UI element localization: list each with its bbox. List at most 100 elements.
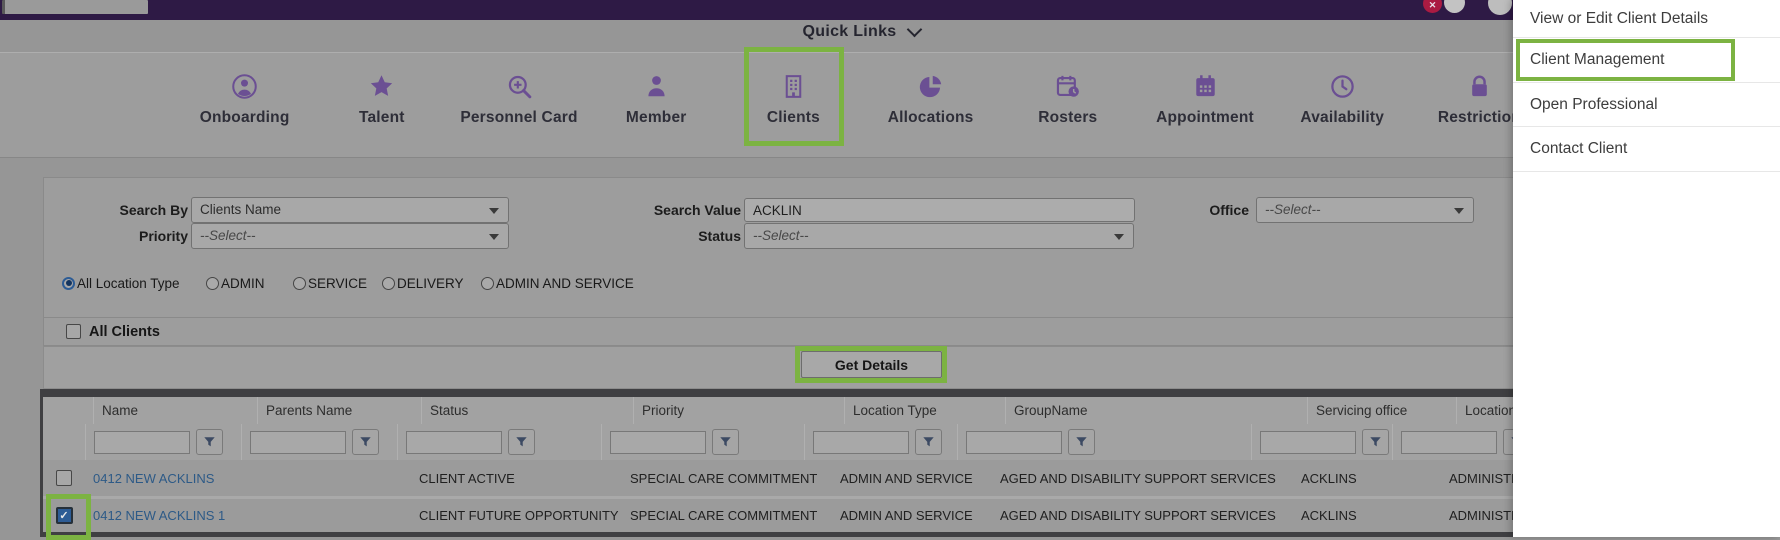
all-clients-label: All Clients — [89, 324, 160, 340]
nav-label: Availability — [1300, 109, 1384, 127]
location-type-cell: ADMIN AND SERVICE — [832, 508, 992, 523]
row-checkbox-checked[interactable]: ✓ — [56, 507, 73, 524]
menu-item-view-or-edit-client-details[interactable]: View or Edit Client Details — [1513, 0, 1780, 38]
parents-name-filter-input[interactable] — [250, 431, 346, 454]
nav-label: Member — [626, 109, 687, 127]
person-circle-icon — [231, 73, 258, 100]
radio-admin[interactable]: ADMIN — [206, 272, 265, 294]
header-cell[interactable]: Servicing office — [1308, 397, 1457, 424]
radio-admin-and-service[interactable]: ADMIN AND SERVICE — [481, 272, 634, 294]
name-filter-input[interactable] — [94, 431, 190, 454]
menu-item-contact-client[interactable]: Contact Client — [1513, 127, 1780, 172]
header-cell-checkbox — [43, 397, 94, 424]
radio-label: ADMIN AND SERVICE — [496, 276, 634, 291]
servicing-office-filter-input[interactable] — [1260, 431, 1356, 454]
nav-item-rosters[interactable]: Rosters — [999, 52, 1136, 156]
menu-item-open-professional[interactable]: Open Professional — [1513, 83, 1780, 127]
nav-label: Clients — [767, 109, 820, 127]
nav-item-onboarding[interactable]: Onboarding — [176, 52, 313, 156]
header-cell[interactable]: Parents Name — [258, 397, 422, 424]
priority-filter-input[interactable] — [610, 431, 706, 454]
zoom-in-icon — [506, 73, 533, 100]
status-filter-input[interactable] — [406, 431, 502, 454]
header-cell[interactable]: Status — [422, 397, 634, 424]
group-name-filter-input[interactable] — [966, 431, 1062, 454]
servicing-office-cell: ACKLINS — [1293, 508, 1441, 523]
radio-service[interactable]: SERVICE — [293, 272, 367, 294]
topbar-search-input[interactable] — [2, 0, 148, 14]
row-checkbox[interactable] — [56, 470, 72, 486]
close-notification-icon[interactable]: ✕ — [1423, 0, 1442, 13]
client-context-menu: View or Edit Client Details Client Manag… — [1513, 0, 1780, 537]
office-label: Office — [1134, 197, 1249, 223]
location-function-filter-input[interactable] — [1401, 431, 1497, 454]
filter-cell-servicing-office — [1252, 424, 1393, 460]
filter-cell-name — [86, 424, 242, 460]
client-name-link[interactable]: 0412 NEW ACKLINS — [93, 471, 214, 486]
header-cell[interactable]: GroupName — [1006, 397, 1308, 424]
filter-funnel-icon[interactable] — [1362, 429, 1389, 455]
nav-item-clients[interactable]: Clients — [725, 52, 862, 156]
header-cell[interactable]: Name — [94, 397, 258, 424]
quick-links-bar: Quick Links — [0, 22, 1722, 42]
nav-label: Talent — [359, 109, 405, 127]
menu-item-client-management[interactable]: Client Management — [1513, 38, 1780, 83]
header-cell[interactable]: Location Type — [845, 397, 1006, 424]
nav-item-talent[interactable]: Talent — [313, 52, 450, 156]
quick-links-dropdown[interactable]: Quick Links — [803, 23, 920, 41]
search-by-select[interactable]: Clients Name — [191, 197, 509, 223]
filter-funnel-icon[interactable] — [1068, 429, 1095, 455]
search-by-selected-value: Clients Name — [200, 202, 281, 217]
nav-item-allocations[interactable]: Allocations — [862, 52, 999, 156]
ribbon-nav: Onboarding Talent Personnel Card Member … — [176, 52, 1548, 156]
pie-chart-icon — [917, 73, 944, 100]
client-name-link[interactable]: 0412 NEW ACKLINS 1 — [93, 508, 225, 523]
search-value-label: Search Value — [604, 197, 741, 223]
client-management-screen: { "topbar": { "close_glyph": "✕" }, "qui… — [0, 0, 1780, 537]
nav-item-appointment[interactable]: Appointment — [1136, 52, 1273, 156]
avatar-icon[interactable] — [1488, 0, 1512, 15]
star-icon — [368, 73, 395, 100]
header-cell[interactable]: Priority — [634, 397, 845, 424]
calendar-icon — [1192, 73, 1219, 100]
priority-cell: SPECIAL CARE COMMITMENT — [622, 508, 832, 523]
nav-label: Appointment — [1156, 109, 1254, 127]
building-icon — [780, 73, 807, 100]
caret-down-icon — [489, 208, 499, 214]
quick-links-label: Quick Links — [803, 23, 897, 41]
location-type-filter-input[interactable] — [813, 431, 909, 454]
filter-funnel-icon[interactable] — [915, 429, 942, 455]
clock-icon — [1329, 73, 1356, 100]
search-value-input[interactable]: ACKLIN — [744, 198, 1135, 222]
filter-funnel-icon[interactable] — [712, 429, 739, 455]
lock-icon — [1466, 73, 1493, 100]
avatar-icon[interactable] — [1444, 0, 1465, 13]
status-select[interactable]: --Select-- — [744, 223, 1134, 249]
radio-label: ADMIN — [221, 276, 265, 291]
filter-cell-parents-name — [242, 424, 398, 460]
nav-label: Personnel Card — [460, 109, 577, 127]
all-clients-checkbox[interactable] — [66, 324, 81, 339]
nav-item-availability[interactable]: Availability — [1274, 52, 1411, 156]
status-selected-value: --Select-- — [753, 228, 809, 243]
filter-cell-priority — [602, 424, 805, 460]
office-select[interactable]: --Select-- — [1256, 197, 1474, 223]
radio-icon — [382, 277, 395, 290]
priority-selected-value: --Select-- — [200, 228, 256, 243]
filter-cell-group-name — [958, 424, 1252, 460]
nav-label: Onboarding — [200, 109, 290, 127]
get-details-button[interactable]: Get Details — [801, 351, 942, 378]
priority-cell: SPECIAL CARE COMMITMENT — [622, 471, 832, 486]
nav-label: Allocations — [888, 109, 974, 127]
search-by-label: Search By — [78, 197, 188, 223]
filter-funnel-icon[interactable] — [352, 429, 379, 455]
nav-item-personnel-card[interactable]: Personnel Card — [450, 52, 587, 156]
status-cell: CLIENT FUTURE OPPORTUNITY — [411, 508, 622, 523]
servicing-office-cell: ACKLINS — [1293, 471, 1441, 486]
radio-all-location-type[interactable]: All Location Type — [62, 272, 180, 294]
nav-item-member[interactable]: Member — [588, 52, 725, 156]
radio-delivery[interactable]: DELIVERY — [382, 272, 464, 294]
filter-funnel-icon[interactable] — [508, 429, 535, 455]
priority-select[interactable]: --Select-- — [191, 223, 509, 249]
filter-funnel-icon[interactable] — [196, 429, 223, 455]
